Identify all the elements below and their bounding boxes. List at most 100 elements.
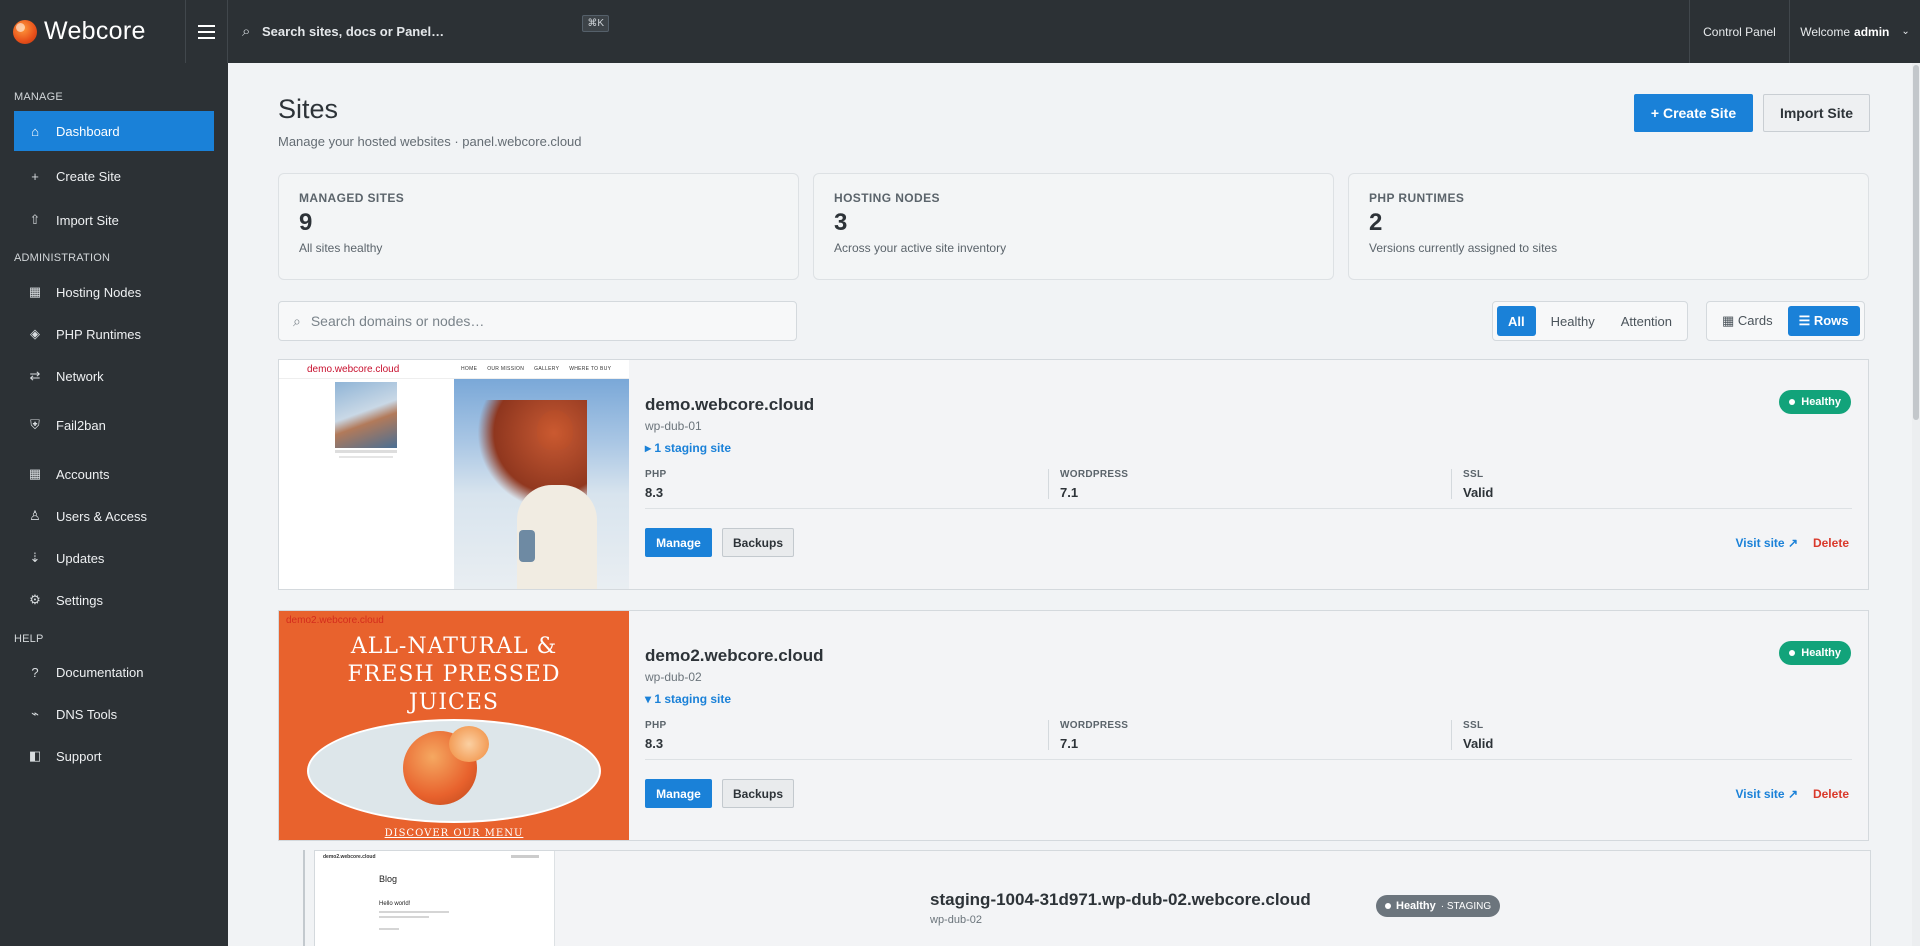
sidebar-section-administration: ADMINISTRATION — [14, 252, 111, 264]
sidebar-item-php-runtimes[interactable]: ◈ PHP Runtimes — [14, 314, 214, 354]
staging-thumbnail[interactable]: demo2.webcore.cloud Blog Hello world! — [315, 851, 555, 946]
menu-toggle-icon[interactable] — [185, 0, 228, 63]
status-filter-all[interactable]: All — [1497, 306, 1536, 336]
backups-button[interactable]: Backups — [722, 779, 794, 808]
metric-php: PHP 8.3 — [645, 469, 666, 500]
sidebar-item-label: Accounts — [56, 466, 110, 482]
dns-icon: ⌁ — [31, 706, 39, 721]
sidebar-item-accounts[interactable]: ▦ Accounts — [14, 454, 214, 494]
staging-domain[interactable]: staging-1004-31d971.wp-dub-02.webcore.cl… — [930, 890, 1311, 910]
username: admin — [1854, 24, 1890, 39]
import-site-button[interactable]: Import Site — [1763, 94, 1870, 132]
page-title: Sites — [278, 94, 339, 124]
sidebar-item-label: DNS Tools — [56, 706, 118, 722]
home-icon: ⌂ — [31, 123, 39, 139]
metric-divider — [1048, 720, 1049, 750]
stat-note: All sites healthy — [299, 241, 383, 255]
thumb-headline: ALL-NATURAL & FRESH PRESSED JUICES — [347, 634, 561, 715]
status-filter-attention[interactable]: Attention — [1610, 306, 1683, 336]
sidebar-item-create-site[interactable]: + Create Site — [14, 156, 214, 196]
view-rows-button[interactable]: ☰ Rows — [1787, 306, 1860, 336]
gear-icon: ⚙ — [29, 592, 41, 607]
user-icon: ♙ — [29, 508, 41, 523]
search-icon: ⌕ — [242, 23, 251, 40]
site-metrics: PHP 8.3 WORDPRESS 7.1 SSL Valid — [645, 469, 1852, 509]
metric-divider — [1048, 469, 1049, 499]
thumb-nav-item: GALLERY — [534, 366, 560, 372]
stat-note: Across your active site inventory — [834, 241, 1007, 255]
create-site-button[interactable]: + Create Site — [1634, 94, 1753, 132]
code-icon: ◈ — [30, 326, 40, 341]
metric-label: PHP — [645, 469, 667, 480]
status-badge: Healthy — [1779, 641, 1851, 665]
metric-label: WORDPRESS — [1060, 720, 1129, 731]
site-domain[interactable]: demo2.webcore.cloud — [645, 646, 824, 666]
stat-label: MANAGED SITES — [299, 191, 405, 205]
sidebar-item-label: Hosting Nodes — [56, 284, 142, 300]
updates-icon: ⇣ — [29, 550, 41, 565]
site-filter-placeholder: Search domains or nodes… — [310, 313, 485, 329]
sidebar-section-manage: MANAGE — [14, 91, 63, 103]
metric-value: Valid — [1463, 736, 1494, 751]
sidebar-item-import-site[interactable]: ⇧ Import Site — [14, 200, 214, 240]
metric-wordpress: WORDPRESS 7.1 — [1060, 720, 1128, 751]
stat-value: 9 — [299, 209, 313, 236]
chevron-down-icon: ⌄ — [1901, 26, 1910, 37]
site-filter-input[interactable]: ⌕ Search domains or nodes… — [278, 301, 797, 341]
page-scrollbar[interactable] — [1912, 63, 1920, 946]
brand[interactable]: Webcore — [0, 0, 185, 63]
staging-toggle[interactable]: ▾ 1 staging site — [645, 692, 731, 706]
site-thumbnail[interactable]: demo.webcore.cloud HOME OUR MISSION GALL… — [279, 360, 629, 589]
staging-site-row: demo2.webcore.cloud Blog Hello world! st… — [303, 850, 1871, 946]
sidebar-item-label: Users & Access — [56, 508, 148, 524]
metric-wordpress: WORDPRESS 7.1 — [1060, 469, 1128, 500]
sidebar-item-support[interactable]: ◧ Support — [14, 736, 214, 776]
site-domain[interactable]: demo.webcore.cloud — [645, 395, 814, 415]
visit-site-link[interactable]: Visit site ↗ — [1735, 787, 1798, 801]
site-node: wp-dub-02 — [645, 670, 702, 684]
support-icon: ◧ — [28, 748, 42, 763]
sidebar-item-hosting-nodes[interactable]: ▦ Hosting Nodes — [14, 272, 214, 312]
delete-link[interactable]: Delete — [1813, 787, 1849, 801]
sidebar-item-fail2ban[interactable]: ⛨ Fail2ban — [14, 405, 214, 445]
manage-button[interactable]: Manage — [645, 528, 712, 557]
sidebar-item-label: Updates — [56, 550, 105, 566]
sidebar-item-settings[interactable]: ⚙ Settings — [14, 580, 214, 620]
metric-label: SSL — [1463, 720, 1484, 731]
view-cards-button[interactable]: ▦ Cards — [1711, 306, 1784, 336]
visit-site-link[interactable]: Visit site ↗ — [1735, 536, 1798, 550]
sidebar-item-documentation[interactable]: ? Documentation — [14, 652, 214, 692]
staging-status-text: Healthy — [1396, 900, 1436, 912]
backups-button[interactable]: Backups — [722, 528, 794, 557]
stat-label: PHP RUNTIMES — [1369, 191, 1465, 205]
status-filter-healthy[interactable]: Healthy — [1540, 306, 1606, 336]
stat-value: 3 — [834, 209, 848, 236]
delete-link[interactable]: Delete — [1813, 536, 1849, 550]
thumb-nav-item: HOME — [461, 366, 478, 372]
site-thumbnail[interactable]: demo2.webcore.cloud ALL-NATURAL & FRESH … — [279, 611, 629, 840]
sidebar-item-network[interactable]: ⇄ Network — [14, 356, 214, 396]
sidebar-item-label: PHP Runtimes — [56, 326, 142, 342]
staging-node: wp-dub-02 — [930, 914, 982, 926]
thumb-post-title: Hello world! — [379, 901, 411, 907]
thumb-blog-title: Blog — [379, 874, 398, 884]
thumb-plate-image — [307, 719, 601, 823]
sidebar-item-updates[interactable]: ⇣ Updates — [14, 538, 214, 578]
staging-status-badge: Healthy · STAGING — [1376, 895, 1501, 917]
thumb-cta: DISCOVER OUR MENU — [384, 828, 524, 839]
plus-icon: + — [31, 168, 39, 184]
metric-label: PHP — [645, 720, 667, 731]
sidebar-item-dns-tools[interactable]: ⌁ DNS Tools — [14, 694, 214, 734]
metric-divider — [1451, 720, 1452, 750]
global-search[interactable]: ⌕ Search sites, docs or Panel… ⌘K — [242, 15, 609, 40]
status-badge: Healthy — [1779, 390, 1851, 414]
manage-button[interactable]: Manage — [645, 779, 712, 808]
staging-toggle[interactable]: ▸ 1 staging site — [645, 441, 731, 455]
control-panel-link[interactable]: Control Panel — [1689, 0, 1789, 63]
thumb-nav-item: WHERE TO BUY — [569, 366, 612, 372]
sidebar-item-users-access[interactable]: ♙ Users & Access — [14, 496, 214, 536]
user-menu[interactable]: Welcome admin ⌄ — [1789, 0, 1920, 63]
sidebar-item-label: Support — [56, 748, 102, 764]
upload-icon: ⇧ — [29, 212, 41, 227]
sidebar-item-dashboard[interactable]: ⌂ Dashboard — [14, 111, 214, 151]
